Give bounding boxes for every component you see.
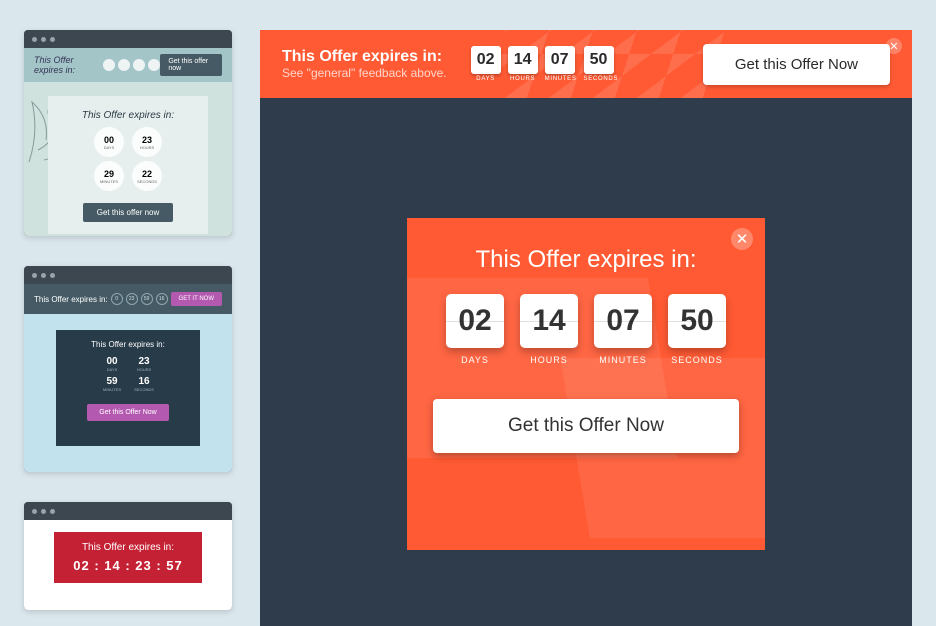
card-title: This Offer expires in:: [64, 542, 192, 553]
strip-cta: GET IT NOW: [171, 292, 222, 306]
close-icon[interactable]: ✕: [886, 38, 902, 54]
modal-title: This Offer expires in:: [433, 246, 739, 274]
bar-days-value: 02: [471, 46, 501, 74]
browser-chrome: [24, 266, 232, 284]
bar-title: This Offer expires in:: [282, 48, 447, 66]
card-cta: Get this Offer Now: [87, 404, 168, 421]
bar-seconds-value: 50: [584, 46, 614, 74]
modal-days-value: 02: [446, 294, 504, 348]
card-cta: Get this offer now: [83, 203, 174, 222]
bar-hours-value: 14: [508, 46, 538, 74]
card-title: This Offer expires in:: [58, 110, 198, 121]
strip-title: This Offer expires in:: [34, 295, 108, 304]
countdown-bar: This Offer expires in: See "general" fee…: [260, 30, 912, 98]
bar-minutes-value: 07: [545, 46, 575, 74]
bar-days-label: DAYS: [471, 76, 501, 82]
template-thumb-1[interactable]: This Offer expires in: Get this offer no…: [24, 30, 232, 236]
modal-cta-button[interactable]: Get this Offer Now: [433, 399, 739, 453]
bar-minutes-label: MINUTES: [545, 76, 577, 82]
bar-seconds-label: SECONDS: [584, 76, 619, 82]
strip-counters: [103, 59, 160, 71]
modal-hours-label: HOURS: [520, 355, 578, 365]
template-thumb-3[interactable]: This Offer expires in: 02 : 14 : 23 : 57: [24, 502, 232, 610]
modal-seconds-label: SECONDS: [668, 355, 726, 365]
template-thumbnails: This Offer expires in: Get this offer no…: [24, 30, 232, 626]
bar-subtitle: See "general" feedback above.: [282, 66, 447, 80]
browser-chrome: [24, 30, 232, 48]
strip-cta: Get this offer now: [160, 54, 222, 76]
bar-cta-button[interactable]: Get this Offer Now: [703, 44, 890, 85]
modal-minutes-value: 07: [594, 294, 652, 348]
countdown-modal: ✕ This Offer expires in: 02 DAYS 14 HOURS …: [407, 218, 765, 550]
card-digits: 02 : 14 : 23 : 57: [64, 558, 192, 573]
strip-counters: 0235916: [111, 293, 168, 305]
modal-hours-value: 14: [520, 294, 578, 348]
modal-countdown: 02 DAYS 14 HOURS 07 MINUTES 50 SECONDS: [433, 294, 739, 365]
close-icon[interactable]: ✕: [731, 228, 753, 250]
modal-seconds-value: 50: [668, 294, 726, 348]
bar-hours-label: HOURS: [508, 76, 538, 82]
bar-countdown: 02 DAYS 14 HOURS 07 MINUTES 50 SECONDS: [471, 46, 618, 82]
template-thumb-2[interactable]: This Offer expires in: 0235916 GET IT NO…: [24, 266, 232, 472]
strip-title: This Offer expires in:: [34, 55, 103, 75]
modal-minutes-label: MINUTES: [594, 355, 652, 365]
browser-chrome: [24, 502, 232, 520]
modal-days-label: DAYS: [446, 355, 504, 365]
preview-canvas: This Offer expires in: See "general" fee…: [260, 30, 912, 626]
card-title: This Offer expires in:: [66, 340, 190, 349]
